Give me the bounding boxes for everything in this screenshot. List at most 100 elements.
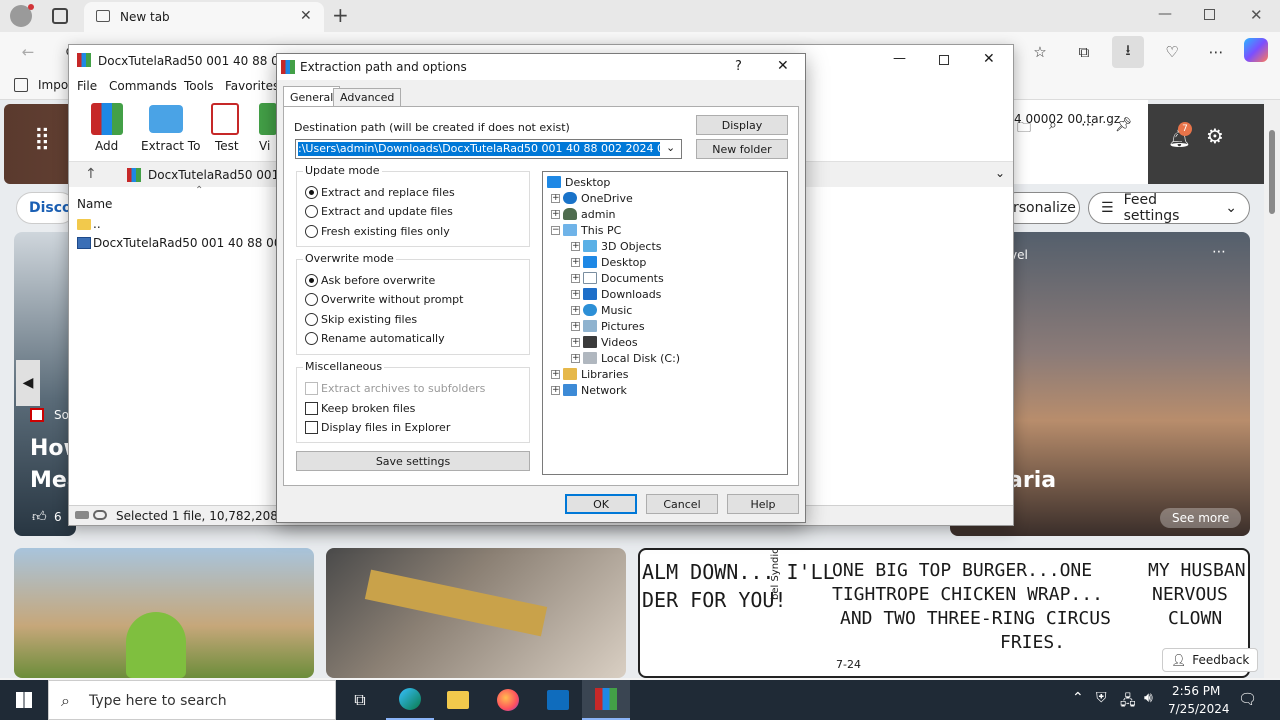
menu-favorites[interactable]: Favorites: [225, 79, 279, 93]
tree-item-desktop[interactable]: Desktop: [547, 174, 610, 190]
more-icon[interactable]: ⋯: [1202, 38, 1230, 66]
tree-item-documents[interactable]: + Documents: [571, 270, 664, 286]
file-row-parent[interactable]: ..: [75, 217, 275, 233]
windows-start-icon[interactable]: [16, 692, 32, 708]
tree-item-admin[interactable]: + admin: [551, 206, 615, 222]
tree-item-this-pc[interactable]: − This PC: [551, 222, 621, 238]
apps-grid-icon[interactable]: ⣿: [34, 126, 50, 151]
new-folder-button[interactable]: New folder: [696, 139, 788, 159]
clock-time[interactable]: 2:56 PM: [1172, 684, 1220, 698]
copilot-icon[interactable]: [1244, 38, 1268, 62]
task-view-button[interactable]: ⧉: [336, 680, 384, 720]
clock-date[interactable]: 7/25/2024: [1168, 702, 1230, 716]
radio-overwrite-without-prompt[interactable]: Overwrite without prompt: [305, 293, 463, 306]
up-arrow-icon[interactable]: ↑: [85, 166, 97, 182]
file-explorer-taskbar-button[interactable]: [434, 680, 482, 720]
dialog-help-icon[interactable]: ?: [735, 59, 742, 74]
tab-new-tab[interactable]: New tab ✕: [84, 2, 324, 32]
back-icon[interactable]: ←: [14, 38, 42, 66]
expand-icon[interactable]: +: [571, 353, 580, 363]
extract-to-button[interactable]: Extract To: [139, 103, 200, 157]
expand-icon[interactable]: +: [551, 385, 560, 395]
expand-icon[interactable]: +: [571, 305, 580, 315]
expand-icon[interactable]: +: [551, 369, 560, 379]
destination-path-combobox[interactable]: :\Users\admin\Downloads\DocxTutelaRad50 …: [295, 139, 682, 159]
display-button[interactable]: Display: [696, 115, 788, 135]
add-button[interactable]: Add: [87, 103, 127, 157]
tab-advanced[interactable]: Advanced: [333, 88, 402, 106]
page-scrollbar[interactable]: [1264, 100, 1280, 678]
expand-icon[interactable]: +: [571, 289, 580, 299]
radio-extract-update[interactable]: Extract and update files: [305, 205, 453, 218]
help-button[interactable]: Help: [727, 494, 799, 514]
new-tab-plus-icon[interactable]: +: [332, 3, 349, 27]
feed-settings-button[interactable]: ☰ Feed settings ⌄: [1088, 192, 1250, 224]
radio-skip-existing[interactable]: Skip existing files: [305, 313, 417, 326]
collapse-icon[interactable]: −: [551, 225, 560, 235]
tray-security-icon[interactable]: ⛨: [1096, 690, 1107, 706]
action-center-icon[interactable]: 🗨︎: [1238, 690, 1257, 708]
android-statues-card[interactable]: [14, 548, 314, 678]
expand-icon[interactable]: +: [571, 337, 580, 347]
restore-icon[interactable]: [1204, 9, 1215, 20]
file-row-archive[interactable]: DocxTutelaRad50 001 40 88 002 202: [75, 235, 316, 253]
firefox-taskbar-button[interactable]: [484, 680, 532, 720]
close-tab-icon[interactable]: ✕: [300, 8, 312, 24]
expand-icon[interactable]: +: [571, 257, 580, 267]
menu-file[interactable]: File: [77, 79, 97, 93]
folder-tree[interactable]: Desktop + OneDrive + admin − This PC +3D Ob…: [542, 171, 788, 475]
tree-item-network[interactable]: + Network: [551, 382, 627, 398]
tree-item-local-disk[interactable]: + Local Disk (C:): [571, 350, 680, 366]
discover-tab[interactable]: Disco: [16, 192, 76, 224]
tree-item-videos[interactable]: + Videos: [571, 334, 638, 350]
expand-icon[interactable]: +: [571, 321, 580, 331]
favorites-icon[interactable]: ☆: [1026, 38, 1054, 66]
checkbox-display-explorer[interactable]: Display files in Explorer: [305, 421, 450, 434]
dialog-close-icon[interactable]: ✕: [777, 58, 789, 74]
tree-item-pc-desktop[interactable]: + Desktop: [571, 254, 646, 270]
menu-commands[interactable]: Commands: [109, 79, 177, 93]
settings-gear-icon[interactable]: ⚙: [1206, 124, 1224, 148]
minimize-icon[interactable]: —: [1158, 6, 1172, 22]
column-header-name[interactable]: Name: [77, 197, 112, 211]
feedback-button[interactable]: 👤︎ Feedback: [1162, 648, 1258, 672]
winrar-maximize-icon[interactable]: [939, 55, 949, 65]
winrar-taskbar-button[interactable]: [582, 680, 630, 720]
collections-icon[interactable]: ⧉: [1070, 38, 1098, 66]
tree-item-music[interactable]: + Music: [571, 302, 632, 318]
outlook-taskbar-button[interactable]: [534, 680, 582, 720]
tab-actions-icon[interactable]: [52, 8, 68, 24]
expand-icon[interactable]: +: [551, 193, 560, 203]
pin-icon[interactable]: 📌︎: [1115, 117, 1133, 133]
tree-item-onedrive[interactable]: + OneDrive: [551, 190, 633, 206]
tree-item-libraries[interactable]: + Libraries: [551, 366, 629, 382]
checkbox-keep-broken[interactable]: Keep broken files: [305, 402, 415, 415]
dialog-titlebar[interactable]: Extraction path and options ? ✕: [277, 54, 805, 80]
test-button[interactable]: Test: [207, 103, 247, 157]
comic-card[interactable]: ALM DOWN... I'LL DER FOR YOU! bel Syndic…: [638, 548, 1250, 678]
radio-fresh-existing[interactable]: Fresh existing files only: [305, 225, 450, 238]
radio-rename-auto[interactable]: Rename automatically: [305, 332, 445, 345]
card-menu-icon[interactable]: ⋯: [1212, 244, 1226, 260]
radio-extract-replace[interactable]: Extract and replace files: [305, 186, 455, 199]
downloads-icon[interactable]: ⭳: [1112, 36, 1144, 68]
tree-item-pictures[interactable]: + Pictures: [571, 318, 645, 334]
path-dropdown-icon[interactable]: ⌄: [666, 141, 675, 154]
folder-toolbar-icon[interactable]: 🗀: [1017, 117, 1031, 141]
cancel-button[interactable]: Cancel: [646, 494, 718, 514]
winrar-minimize-icon[interactable]: —: [893, 51, 906, 66]
tray-overflow-icon[interactable]: ⌃: [1072, 690, 1084, 706]
radio-ask-before[interactable]: Ask before overwrite: [305, 274, 435, 287]
toolbar-more-icon[interactable]: ⋯: [1081, 117, 1095, 133]
menu-tools[interactable]: Tools: [184, 79, 214, 93]
save-settings-button[interactable]: Save settings: [296, 451, 530, 471]
ok-button[interactable]: OK: [565, 494, 637, 514]
like-icon[interactable]: 👍︎: [32, 508, 47, 525]
mailbox-card[interactable]: [326, 548, 626, 678]
tray-volume-icon[interactable]: 🔊︎: [1144, 690, 1153, 706]
tree-item-downloads[interactable]: + Downloads: [571, 286, 661, 302]
tab-general[interactable]: General: [283, 86, 341, 107]
edge-taskbar-button[interactable]: [386, 680, 434, 720]
see-more-button[interactable]: See more: [1160, 508, 1242, 528]
winrar-close-icon[interactable]: ✕: [983, 51, 995, 67]
